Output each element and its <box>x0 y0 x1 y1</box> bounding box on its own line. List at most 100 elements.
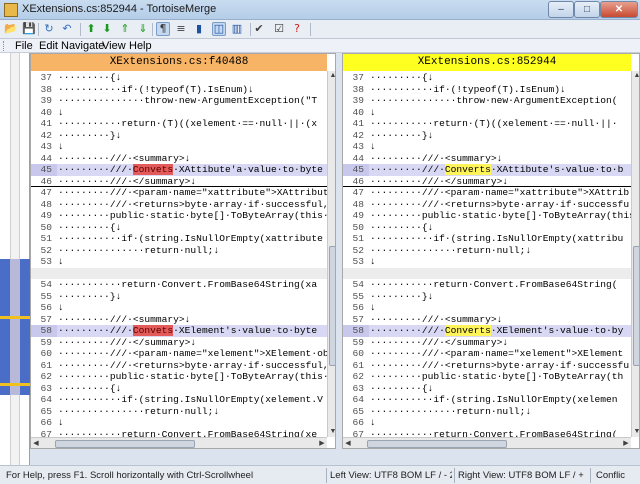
code-line[interactable]: 65 ···············return·null;↓ <box>31 406 327 418</box>
code-line[interactable]: 50 ·········{↓ <box>343 222 631 234</box>
code-line[interactable]: 40 ↓ <box>343 107 631 119</box>
maximize-button[interactable]: □ <box>574 1 600 18</box>
code-line[interactable]: 46 ·········///·</summary>↓ <box>343 176 631 187</box>
right-view-pane[interactable]: XExtensions.cs:852944 37 ·········{↓ 38 ···… <box>342 53 640 449</box>
save-icon[interactable]: 💾 <box>22 22 36 36</box>
reload-icon[interactable]: ↻ <box>42 22 56 36</box>
title-bar[interactable]: XExtensions.cs:852944 - TortoiseMerge – … <box>0 0 640 20</box>
left-vscroll-thumb[interactable] <box>329 246 335 366</box>
code-line[interactable]: 44 ·········///·<summary>↓ <box>343 153 631 165</box>
right-horizontal-scrollbar[interactable]: ◀ ▶ <box>343 437 631 448</box>
close-button[interactable]: ✕ <box>600 1 638 18</box>
code-line[interactable]: 60 ·········///·<param·name="xelement">XE… <box>343 348 631 360</box>
code-line[interactable]: 61 ·········///·<returns>byte·array·if·su… <box>343 360 631 372</box>
code-line[interactable]: 64 ···········if·(string.IsNullOrEmpty(xe… <box>31 394 327 406</box>
status-left-view[interactable]: Left View: UTF8 BOM LF / - 2 <box>330 469 452 482</box>
code-line[interactable]: 43 ↓ <box>31 141 327 153</box>
code-line[interactable]: 55 ·········}↓ <box>343 291 631 303</box>
code-line[interactable]: 49 ·········public·static·byte[]·ToByteAr… <box>343 210 631 222</box>
code-line[interactable]: 54 ···········return·Convert.FromBase64St… <box>343 279 631 291</box>
code-line[interactable]: 42 ·········}↓ <box>31 130 327 142</box>
inline-diff-icon[interactable]: ≡ <box>174 22 188 36</box>
scroll-left-arrow-icon[interactable]: ◀ <box>343 438 353 448</box>
three-pane-icon[interactable]: ▥ <box>230 22 244 36</box>
code-line[interactable]: 63 ·········{↓ <box>343 383 631 395</box>
diff-locator-bar[interactable] <box>0 53 30 465</box>
code-line[interactable]: 49 ·········public·static·byte[]·ToByteAr… <box>31 210 327 222</box>
code-line[interactable]: 51 ···········if·(string.IsNullOrEmpty(xa… <box>343 233 631 245</box>
changed-line[interactable]: →58·········///·Convets·XElement's·value… <box>31 325 327 337</box>
code-line[interactable]: 55 ·········}↓ <box>31 291 327 303</box>
status-right-view[interactable]: Right View: UTF8 BOM LF / + 2 <box>458 469 586 482</box>
code-line[interactable]: 48 ·········///·<returns>byte·array·if·su… <box>31 199 327 211</box>
changed-line[interactable]: →45·········///·Convets·XAttibute'a·valu… <box>31 164 327 176</box>
code-line[interactable]: 53 ↓ <box>31 256 327 268</box>
right-vertical-scrollbar[interactable]: ▲ ▼ <box>631 71 639 437</box>
menu-navigate[interactable]: Navigate <box>60 39 105 53</box>
scroll-up-arrow-icon[interactable]: ▲ <box>328 71 335 81</box>
left-hscroll-thumb[interactable] <box>55 440 195 448</box>
scroll-right-arrow-icon[interactable]: ▶ <box>317 438 327 448</box>
right-vscroll-thumb[interactable] <box>633 246 639 366</box>
code-line[interactable]: 52 ···············return·null;↓ <box>31 245 327 257</box>
code-line[interactable]: 61 ·········///·<returns>byte·array·if·su… <box>31 360 327 372</box>
empty-filler-line[interactable] <box>343 267 631 279</box>
two-pane-icon[interactable]: ◫ <box>212 22 226 36</box>
scroll-up-arrow-icon[interactable]: ▲ <box>632 71 639 81</box>
scroll-left-arrow-icon[interactable]: ◀ <box>31 438 41 448</box>
code-line[interactable]: 59 ·········///·</summary>↓ <box>343 337 631 349</box>
left-view-pane[interactable]: XExtensions.cs:f40488 37 ·········{↓ 38 ···… <box>30 53 336 449</box>
code-line[interactable]: 47 ·········///·<param·name="xattribute">… <box>31 187 327 199</box>
next-conflict-icon[interactable]: ⇓ <box>136 22 150 36</box>
changed-line[interactable]: ✚45·········///·Converts·XAttibute's·val… <box>343 164 631 176</box>
code-line[interactable]: 41 ···········return·(T)((xelement·==·nul… <box>31 118 327 130</box>
code-line[interactable]: 57 ·········///·<summary>↓ <box>31 314 327 326</box>
code-line[interactable]: 64 ···········if·(string.IsNullOrEmpty(xe… <box>343 394 631 406</box>
code-line[interactable]: 65 ···············return·null;↓ <box>343 406 631 418</box>
code-line[interactable]: 62 ·········public·static·byte[]·ToByteAr… <box>31 371 327 383</box>
code-line[interactable]: 52 ···············return·null;↓ <box>343 245 631 257</box>
code-line[interactable]: 63 ·········{↓ <box>31 383 327 395</box>
code-line[interactable]: 38 ···········if·(!typeof(T).IsEnum)↓ <box>343 84 631 96</box>
code-line[interactable]: 60 ·········///·<param·name="xelement">XE… <box>31 348 327 360</box>
code-line[interactable]: 40 ↓ <box>31 107 327 119</box>
code-line[interactable]: 53 ↓ <box>343 256 631 268</box>
code-line[interactable]: 57 ·········///·<summary>↓ <box>343 314 631 326</box>
empty-filler-line[interactable] <box>31 267 327 279</box>
scroll-down-arrow-icon[interactable]: ▼ <box>632 427 639 437</box>
scroll-right-arrow-icon[interactable]: ▶ <box>621 438 631 448</box>
code-line[interactable]: 46 ·········///·</summary>↓ <box>31 176 327 187</box>
open-icon[interactable]: 📂 <box>4 22 18 36</box>
mark-resolved-icon[interactable]: ✔ <box>252 22 266 36</box>
code-line[interactable]: 59 ·········///·</summary>↓ <box>31 337 327 349</box>
left-code-area[interactable]: 37 ·········{↓ 38 ···········if·(!typeof(T)… <box>31 72 327 440</box>
one-pane-icon[interactable]: ▮ <box>192 22 206 36</box>
code-line[interactable]: 38 ···········if·(!typeof(T).IsEnum)↓ <box>31 84 327 96</box>
right-hscroll-thumb[interactable] <box>367 440 507 448</box>
prev-conflict-icon[interactable]: ⇑ <box>118 22 132 36</box>
menu-help[interactable]: Help <box>128 39 153 53</box>
code-line[interactable]: 39 ···············throw·new·ArgumentExcep… <box>343 95 631 107</box>
minimize-button[interactable]: – <box>548 1 574 18</box>
code-line[interactable]: 44 ·········///·<summary>↓ <box>31 153 327 165</box>
code-line[interactable]: 42 ·········}↓ <box>343 130 631 142</box>
menu-edit[interactable]: Edit <box>38 39 59 53</box>
menu-file[interactable]: File <box>14 39 34 53</box>
code-line[interactable]: 54 ···········return·Convert.FromBase64St… <box>31 279 327 291</box>
menu-grip-handle[interactable] <box>3 41 6 51</box>
changed-line[interactable]: ✚58·········///·Converts·XElement's·valu… <box>343 325 631 337</box>
code-line[interactable]: 66 ↓ <box>343 417 631 429</box>
code-line[interactable]: 66 ↓ <box>31 417 327 429</box>
scroll-down-arrow-icon[interactable]: ▼ <box>328 427 335 437</box>
next-diff-icon[interactable]: ⬇ <box>100 22 114 36</box>
code-line[interactable]: 43 ↓ <box>343 141 631 153</box>
left-vertical-scrollbar[interactable]: ▲ ▼ <box>327 71 335 437</box>
code-line[interactable]: 56 ↓ <box>31 302 327 314</box>
help-icon[interactable]: ? <box>290 22 304 36</box>
menu-view[interactable]: View <box>101 39 127 53</box>
code-line[interactable]: 37 ·········{↓ <box>343 72 631 84</box>
whitespace-icon[interactable]: ¶ <box>156 22 170 36</box>
left-horizontal-scrollbar[interactable]: ◀ ▶ <box>31 437 327 448</box>
code-line[interactable]: 41 ···········return·(T)((xelement·==·nul… <box>343 118 631 130</box>
right-code-area[interactable]: 37 ·········{↓ 38 ···········if·(!typeof(T)… <box>343 72 631 440</box>
